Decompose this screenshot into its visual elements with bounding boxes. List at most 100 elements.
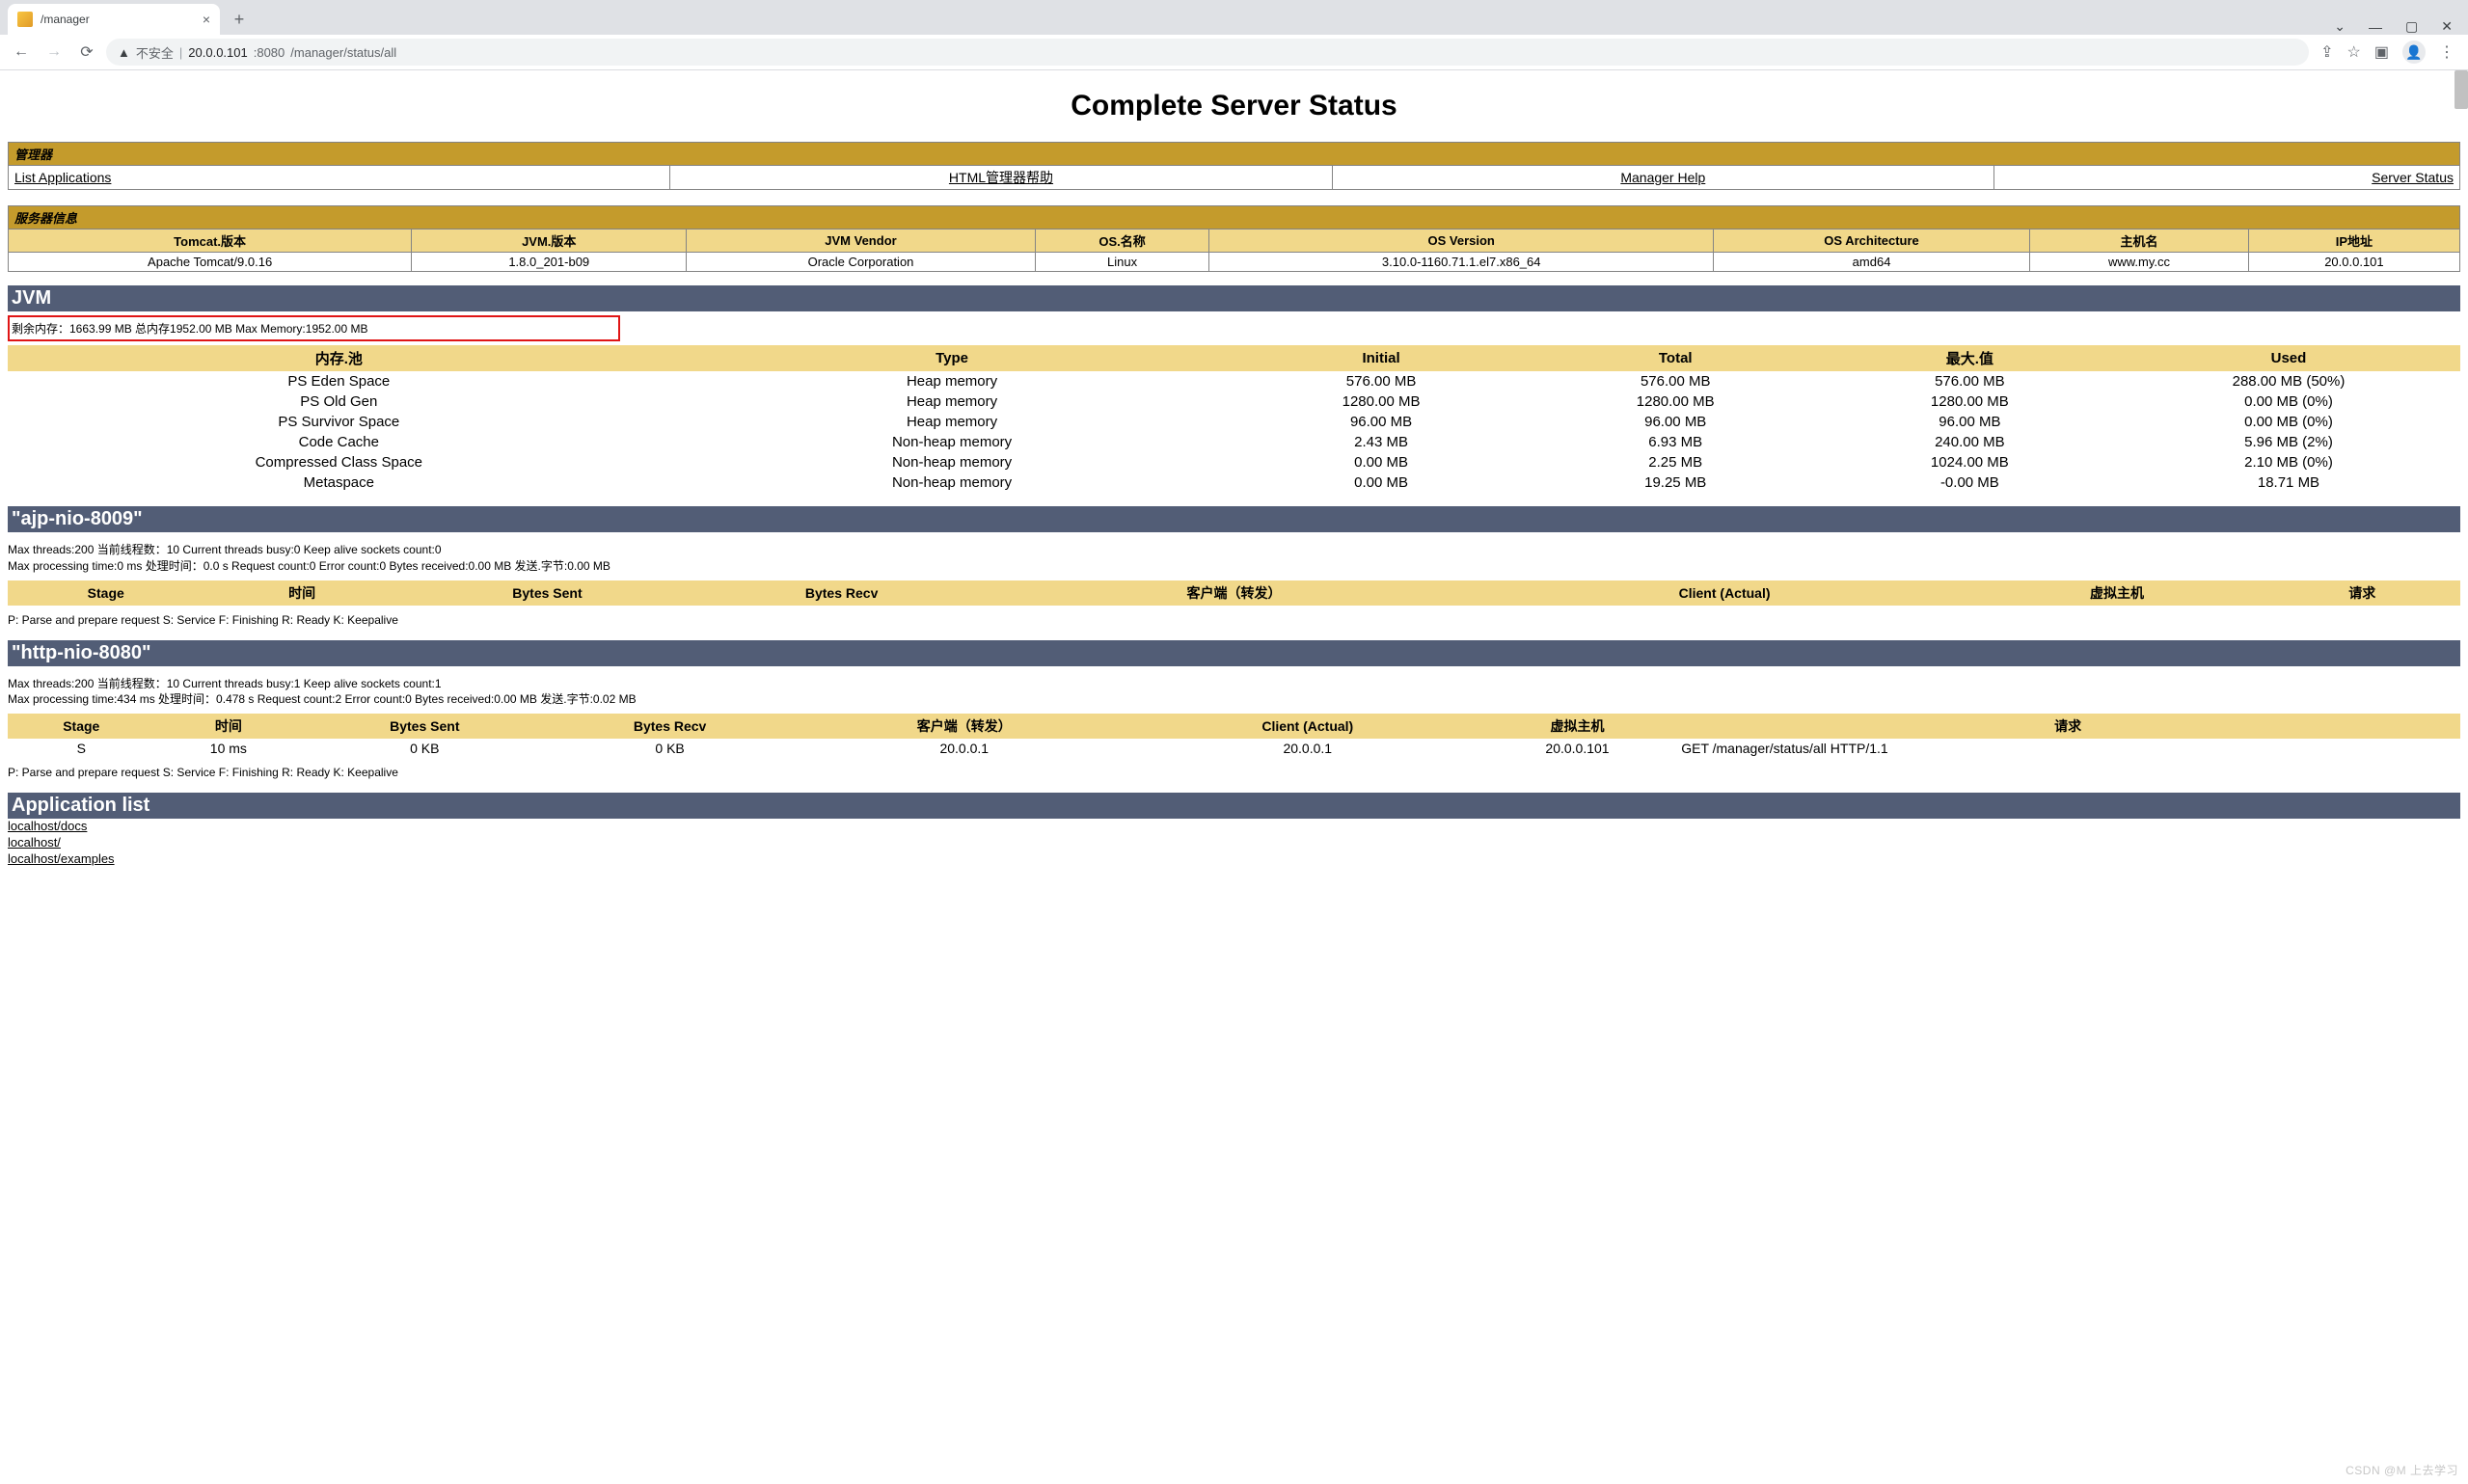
conn-col-header: 虚拟主机 <box>1479 714 1675 739</box>
manager-links-table: 管理器 List Applications HTML管理器帮助 Manager … <box>8 142 2460 190</box>
conn-col-header: Bytes Sent <box>400 580 694 606</box>
application-link[interactable]: localhost/ <box>8 835 2460 851</box>
conn-col-header: 客户端（转发） <box>793 714 1136 739</box>
conn-col-header: 时间 <box>203 580 399 606</box>
server-col-header: JVM Vendor <box>687 229 1035 253</box>
jvm-memory-summary: 剩余内存：1663.99 MB 总内存1952.00 MB Max Memory… <box>8 315 620 341</box>
server-cell: 20.0.0.101 <box>2248 253 2459 272</box>
conn-col-header: Bytes Recv <box>547 714 792 739</box>
conn-col-header: Bytes Recv <box>694 580 989 606</box>
server-col-header: 主机名 <box>2030 229 2249 253</box>
profile-avatar[interactable]: 👤 <box>2402 40 2426 64</box>
url-host: 20.0.0.101 <box>188 45 247 60</box>
server-info-header: 服务器信息 <box>9 206 2460 229</box>
conn-col-header: Stage <box>8 580 203 606</box>
pool-col-header: Total <box>1529 345 1823 371</box>
url-port: :8080 <box>254 45 285 60</box>
pool-row: PS Survivor SpaceHeap memory96.00 MB96.0… <box>8 412 2460 432</box>
server-col-header: OS.名称 <box>1035 229 1209 253</box>
pool-col-header: 最大.值 <box>1823 345 2117 371</box>
application-link[interactable]: localhost/docs <box>8 819 2460 835</box>
server-cell: 3.10.0-1160.71.1.el7.x86_64 <box>1209 253 1714 272</box>
memory-pools-table: 内存.池TypeInitialTotal最大.值Used PS Eden Spa… <box>8 345 2460 493</box>
application-list-bar: Application list <box>8 793 2460 819</box>
chevron-down-icon[interactable]: ⌄ <box>2334 18 2346 35</box>
server-col-header: JVM.版本 <box>412 229 687 253</box>
conn-col-header: 时间 <box>155 714 303 739</box>
window-minimize-button[interactable]: ― <box>2369 19 2382 35</box>
pool-row: MetaspaceNon-heap memory0.00 MB19.25 MB-… <box>8 472 2460 493</box>
tab-favicon <box>17 12 33 27</box>
pool-row: Compressed Class SpaceNon-heap memory0.0… <box>8 452 2460 472</box>
application-list: localhost/docslocalhost/localhost/exampl… <box>8 819 2460 868</box>
side-panel-icon[interactable]: ▣ <box>2374 42 2389 62</box>
list-applications-link[interactable]: List Applications <box>14 170 111 185</box>
pool-row: Code CacheNon-heap memory2.43 MB6.93 MB2… <box>8 432 2460 452</box>
connector-http-table: Stage时间Bytes SentBytes Recv客户端（转发）Client… <box>8 714 2460 758</box>
pool-col-header: Initial <box>1234 345 1528 371</box>
server-col-header: Tomcat.版本 <box>9 229 412 253</box>
conn-col-header: 虚拟主机 <box>1969 580 2264 606</box>
url-path: /manager/status/all <box>290 45 396 60</box>
conn-col-header: Stage <box>8 714 155 739</box>
jvm-section-bar: JVM <box>8 285 2460 311</box>
watermark: CSDN @M 上去学习 <box>2346 1462 2458 1478</box>
application-link[interactable]: localhost/examples <box>8 851 2460 868</box>
connector-ajp-table: Stage时间Bytes SentBytes Recv客户端（转发）Client… <box>8 580 2460 606</box>
server-cell: Apache Tomcat/9.0.16 <box>9 253 412 272</box>
browser-tab[interactable]: /manager × <box>8 4 220 35</box>
tab-title: /manager <box>41 13 90 26</box>
pool-col-header: 内存.池 <box>8 345 670 371</box>
server-col-header: OS Version <box>1209 229 1714 253</box>
server-cell: www.my.cc <box>2030 253 2249 272</box>
new-tab-button[interactable]: + <box>226 6 253 33</box>
nav-forward-button: → <box>41 39 68 66</box>
html-manager-help-link[interactable]: HTML管理器帮助 <box>949 170 1053 185</box>
pool-col-header: Used <box>2117 345 2460 371</box>
bookmark-star-icon[interactable]: ☆ <box>2347 42 2361 62</box>
stage-legend-2: P: Parse and prepare request S: Service … <box>8 766 2460 779</box>
conn-col-header: Bytes Sent <box>302 714 547 739</box>
browser-toolbar: ← → ⟳ ▲ 不安全 | 20.0.0.101:8080/manager/st… <box>0 35 2468 70</box>
connector-ajp-bar: "ajp-nio-8009" <box>8 506 2460 532</box>
page-title: Complete Server Status <box>8 90 2460 122</box>
insecure-warning-icon: ▲ <box>118 45 130 60</box>
server-status-link[interactable]: Server Status <box>2372 170 2454 185</box>
window-maximize-button[interactable]: ▢ <box>2405 18 2418 35</box>
conn-cell: 20.0.0.1 <box>793 739 1136 758</box>
pool-col-header: Type <box>670 345 1234 371</box>
connector-http-threads: Max threads:200 当前线程数：10 Current threads… <box>8 676 2460 709</box>
kebab-menu-icon[interactable]: ⋮ <box>2439 42 2454 62</box>
server-cell: Oracle Corporation <box>687 253 1035 272</box>
connector-ajp-threads: Max threads:200 当前线程数：10 Current threads… <box>8 542 2460 575</box>
conn-cell: 20.0.0.1 <box>1136 739 1479 758</box>
server-col-header: IP地址 <box>2248 229 2459 253</box>
scrollbar-thumb[interactable] <box>2454 70 2468 109</box>
server-info-table: 服务器信息 Tomcat.版本JVM.版本JVM VendorOS.名称OS V… <box>8 205 2460 272</box>
server-cell: amd64 <box>1714 253 2030 272</box>
conn-col-header: 请求 <box>2265 580 2460 606</box>
pool-row: PS Eden SpaceHeap memory576.00 MB576.00 … <box>8 371 2460 391</box>
pool-row: PS Old GenHeap memory1280.00 MB1280.00 M… <box>8 391 2460 412</box>
address-bar[interactable]: ▲ 不安全 | 20.0.0.101:8080/manager/status/a… <box>106 39 2309 66</box>
connector-http-bar: "http-nio-8080" <box>8 640 2460 666</box>
server-col-header: OS Architecture <box>1714 229 2030 253</box>
conn-cell: S <box>8 739 155 758</box>
tab-close-icon[interactable]: × <box>203 12 210 27</box>
stage-legend: P: Parse and prepare request S: Service … <box>8 613 2460 627</box>
server-cell: 1.8.0_201-b09 <box>412 253 687 272</box>
conn-col-header: Client (Actual) <box>1479 580 1970 606</box>
manager-help-link[interactable]: Manager Help <box>1620 170 1705 185</box>
conn-cell: 0 KB <box>302 739 547 758</box>
manager-section-header: 管理器 <box>9 143 2460 166</box>
conn-cell: 0 KB <box>547 739 792 758</box>
browser-tabstrip: /manager × + ⌄ ― ▢ ✕ <box>0 0 2468 35</box>
share-icon[interactable]: ⇪ <box>2320 42 2333 62</box>
window-close-button[interactable]: ✕ <box>2441 18 2453 35</box>
nav-reload-button[interactable]: ⟳ <box>73 39 100 66</box>
conn-col-header: Client (Actual) <box>1136 714 1479 739</box>
nav-back-button[interactable]: ← <box>8 39 35 66</box>
conn-col-header: 请求 <box>1675 714 2460 739</box>
insecure-label: 不安全 <box>136 43 174 62</box>
page-viewport: Complete Server Status 管理器 List Applicat… <box>0 70 2468 1484</box>
